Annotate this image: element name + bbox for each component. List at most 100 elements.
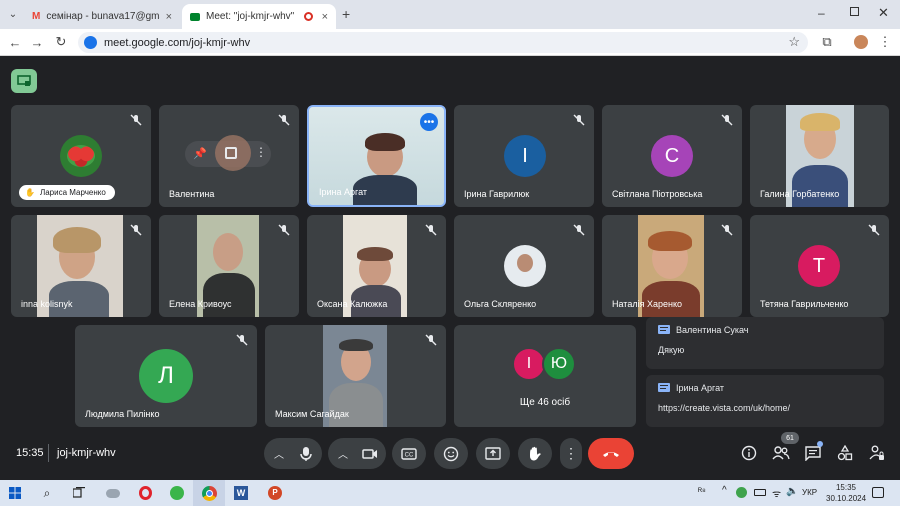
participant-tile[interactable]: 📌 ⋮ Валентина: [159, 105, 299, 207]
participant-tile[interactable]: Галина Горбатенко: [750, 105, 889, 207]
opera-icon[interactable]: [136, 484, 154, 502]
chevron-up-icon[interactable]: ^: [722, 485, 727, 496]
emoji-button[interactable]: [434, 438, 468, 469]
clock[interactable]: 15:35 30.10.2024: [826, 482, 866, 504]
participant-tile[interactable]: І Ірина Гаврилюк: [454, 105, 594, 207]
lock-person-icon: [869, 445, 884, 460]
participant-tile[interactable]: ✋ Лариса Марченко: [11, 105, 151, 207]
wifi-icon[interactable]: ᯤ: [772, 486, 781, 500]
people-button[interactable]: [771, 443, 791, 463]
chat-notification[interactable]: Валентина Сукач Дякую: [646, 317, 884, 369]
body: [792, 165, 848, 207]
participant-tile[interactable]: Ольга Скляренко: [454, 215, 594, 317]
word-icon[interactable]: W: [232, 484, 250, 502]
more-options-button[interactable]: ⋮: [560, 438, 582, 469]
chat-message: Дякую: [658, 345, 685, 355]
more-participants-tile[interactable]: І Ю Ще 46 осіб: [454, 325, 636, 427]
meeting-details-button[interactable]: [739, 443, 759, 463]
language-indicator[interactable]: УКР: [802, 488, 817, 497]
mic-off-icon: [573, 114, 585, 126]
more-options-icon[interactable]: •••: [420, 113, 438, 131]
chevron-up-icon: ︿: [338, 450, 348, 461]
participant-tile[interactable]: Оксана Калюжка: [307, 215, 446, 317]
camera-button[interactable]: [354, 438, 386, 469]
participant-tile[interactable]: Л Людмила Пилінко: [75, 325, 257, 427]
chat-sender: Валентина Сукач: [676, 325, 749, 335]
hair: [53, 227, 101, 253]
participant-tile[interactable]: С Світлана Піотровська: [602, 105, 742, 207]
host-controls-button[interactable]: [867, 443, 887, 463]
app-icon[interactable]: [168, 484, 186, 502]
search-icon[interactable]: ⌕: [38, 484, 56, 502]
present-button[interactable]: [476, 438, 510, 469]
close-window-icon[interactable]: ✕: [878, 5, 889, 21]
mic-off-icon: [278, 114, 290, 126]
captions-button[interactable]: CC: [392, 438, 426, 469]
people-tray-icon[interactable]: ᴿ⁸: [698, 486, 706, 496]
pin-icon[interactable]: 📌: [193, 147, 207, 160]
task-view-icon[interactable]: [70, 484, 88, 502]
back-icon[interactable]: ←: [6, 33, 24, 51]
participant-name: Лариса Марченко: [39, 188, 106, 197]
windows-start-icon[interactable]: [6, 484, 24, 502]
battery-icon[interactable]: [754, 489, 766, 496]
extensions-icon[interactable]: ⧉: [818, 33, 836, 51]
participant-name: Елена Кривоус: [169, 299, 232, 309]
meeting-controls-bar: 15:35 joj-kmjr-whv ︿ ︿ CC ✋ ⋮ 61: [0, 430, 900, 480]
profile-avatar[interactable]: [854, 35, 868, 49]
raise-hand-button[interactable]: ✋: [518, 438, 552, 469]
participant-name: inna kolisnyk: [21, 299, 73, 309]
reload-icon[interactable]: ↻: [52, 33, 70, 51]
hand-icon: ✋: [526, 445, 544, 461]
chat-notification[interactable]: Ірина Аргат https://create.vista.com/uk/…: [646, 375, 884, 427]
address-bar[interactable]: meet.google.com/joj-kmjr-whv ☆: [78, 32, 808, 53]
minimize-icon[interactable]: –: [818, 6, 825, 20]
layout-icon[interactable]: [11, 69, 37, 93]
participant-tile[interactable]: Наталія Харенко: [602, 215, 742, 317]
notifications-icon[interactable]: [872, 487, 884, 498]
chat-message[interactable]: https://create.vista.com/uk/home/: [658, 403, 790, 413]
new-tab-icon[interactable]: +: [342, 6, 350, 22]
mic-off-icon: [425, 334, 437, 346]
tab-gmail[interactable]: M семінар - bunava17@gmail.com ×: [24, 4, 180, 29]
hair: [339, 339, 373, 351]
forward-icon[interactable]: →: [28, 33, 46, 51]
camera-icon: [362, 448, 377, 459]
participant-tile[interactable]: Максим Сагайдак: [265, 325, 446, 427]
weather-icon[interactable]: [104, 484, 122, 502]
volume-icon[interactable]: 🔈: [786, 486, 798, 497]
letter-avatar: Л: [139, 349, 193, 403]
bookmark-star-icon[interactable]: ☆: [788, 34, 800, 50]
end-call-icon: [603, 451, 619, 457]
mic-button[interactable]: [290, 438, 322, 469]
browser-toolbar: ← → ↻ meet.google.com/joj-kmjr-whv ☆ ⧉ ⋮: [0, 29, 900, 56]
tab-meet[interactable]: Meet: "joj-kmjr-whv" ×: [182, 4, 336, 29]
letter-avatar: С: [651, 135, 693, 177]
site-info-icon[interactable]: [84, 36, 97, 49]
leave-call-button[interactable]: [588, 438, 634, 469]
close-icon[interactable]: ×: [322, 11, 328, 23]
participant-name: Тетяна Гаврильченко: [760, 299, 849, 309]
hair: [365, 133, 405, 151]
participant-count-badge: 61: [781, 432, 799, 444]
participant-name: Наталія Харенко: [612, 299, 682, 309]
participant-tile-active[interactable]: ••• Ірина Аргат: [307, 105, 446, 207]
more-options-icon[interactable]: ⋮: [255, 145, 267, 159]
captions-icon: CC: [401, 447, 417, 460]
tray-app-icon[interactable]: [736, 487, 747, 498]
participant-tile[interactable]: Елена Кривоус: [159, 215, 299, 317]
menu-icon[interactable]: ⋮: [876, 33, 894, 51]
close-icon[interactable]: ×: [166, 11, 172, 23]
chrome-icon[interactable]: [200, 484, 218, 502]
activities-button[interactable]: [835, 443, 855, 463]
tab-list-icon[interactable]: ⌄: [6, 7, 20, 21]
participant-tile[interactable]: Т Тетяна Гаврильченко: [750, 215, 889, 317]
meeting-time: 15:35: [16, 447, 44, 459]
powerpoint-icon[interactable]: P: [266, 484, 284, 502]
more-participants-label: Ще 46 осіб: [519, 397, 571, 408]
letter-avatar: І: [512, 347, 546, 381]
participant-tile[interactable]: inna kolisnyk: [11, 215, 151, 317]
restore-icon[interactable]: [850, 7, 859, 16]
new-message-dot: [817, 441, 823, 447]
fullscreen-icon[interactable]: [225, 147, 237, 159]
